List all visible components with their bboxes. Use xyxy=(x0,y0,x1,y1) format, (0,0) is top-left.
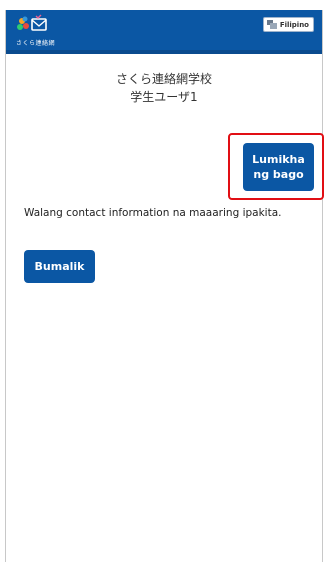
app-frame: さくら連絡網 Filipino さくら連絡網学校 学生ユーザ1 Lumikha … xyxy=(5,10,324,562)
user-name: 学生ユーザ1 xyxy=(130,90,198,104)
logo-text: さくら連絡網 xyxy=(16,40,56,47)
school-name: さくら連絡網学校 xyxy=(115,72,212,86)
app-header: さくら連絡網 Filipino xyxy=(6,10,322,54)
language-button[interactable]: Filipino xyxy=(262,17,314,32)
empty-contact-message: Walang contact information na maaaring i… xyxy=(24,207,282,219)
create-button-highlight: Lumikha ng bago xyxy=(228,133,324,200)
back-button[interactable]: Bumalik xyxy=(24,250,95,283)
create-new-button[interactable]: Lumikha ng bago xyxy=(243,143,314,191)
sakura-mail-logo-icon xyxy=(17,14,47,31)
app-logo[interactable]: さくら連絡網 xyxy=(16,14,56,48)
language-label: Filipino xyxy=(279,20,309,29)
language-flag-icon xyxy=(266,20,277,29)
